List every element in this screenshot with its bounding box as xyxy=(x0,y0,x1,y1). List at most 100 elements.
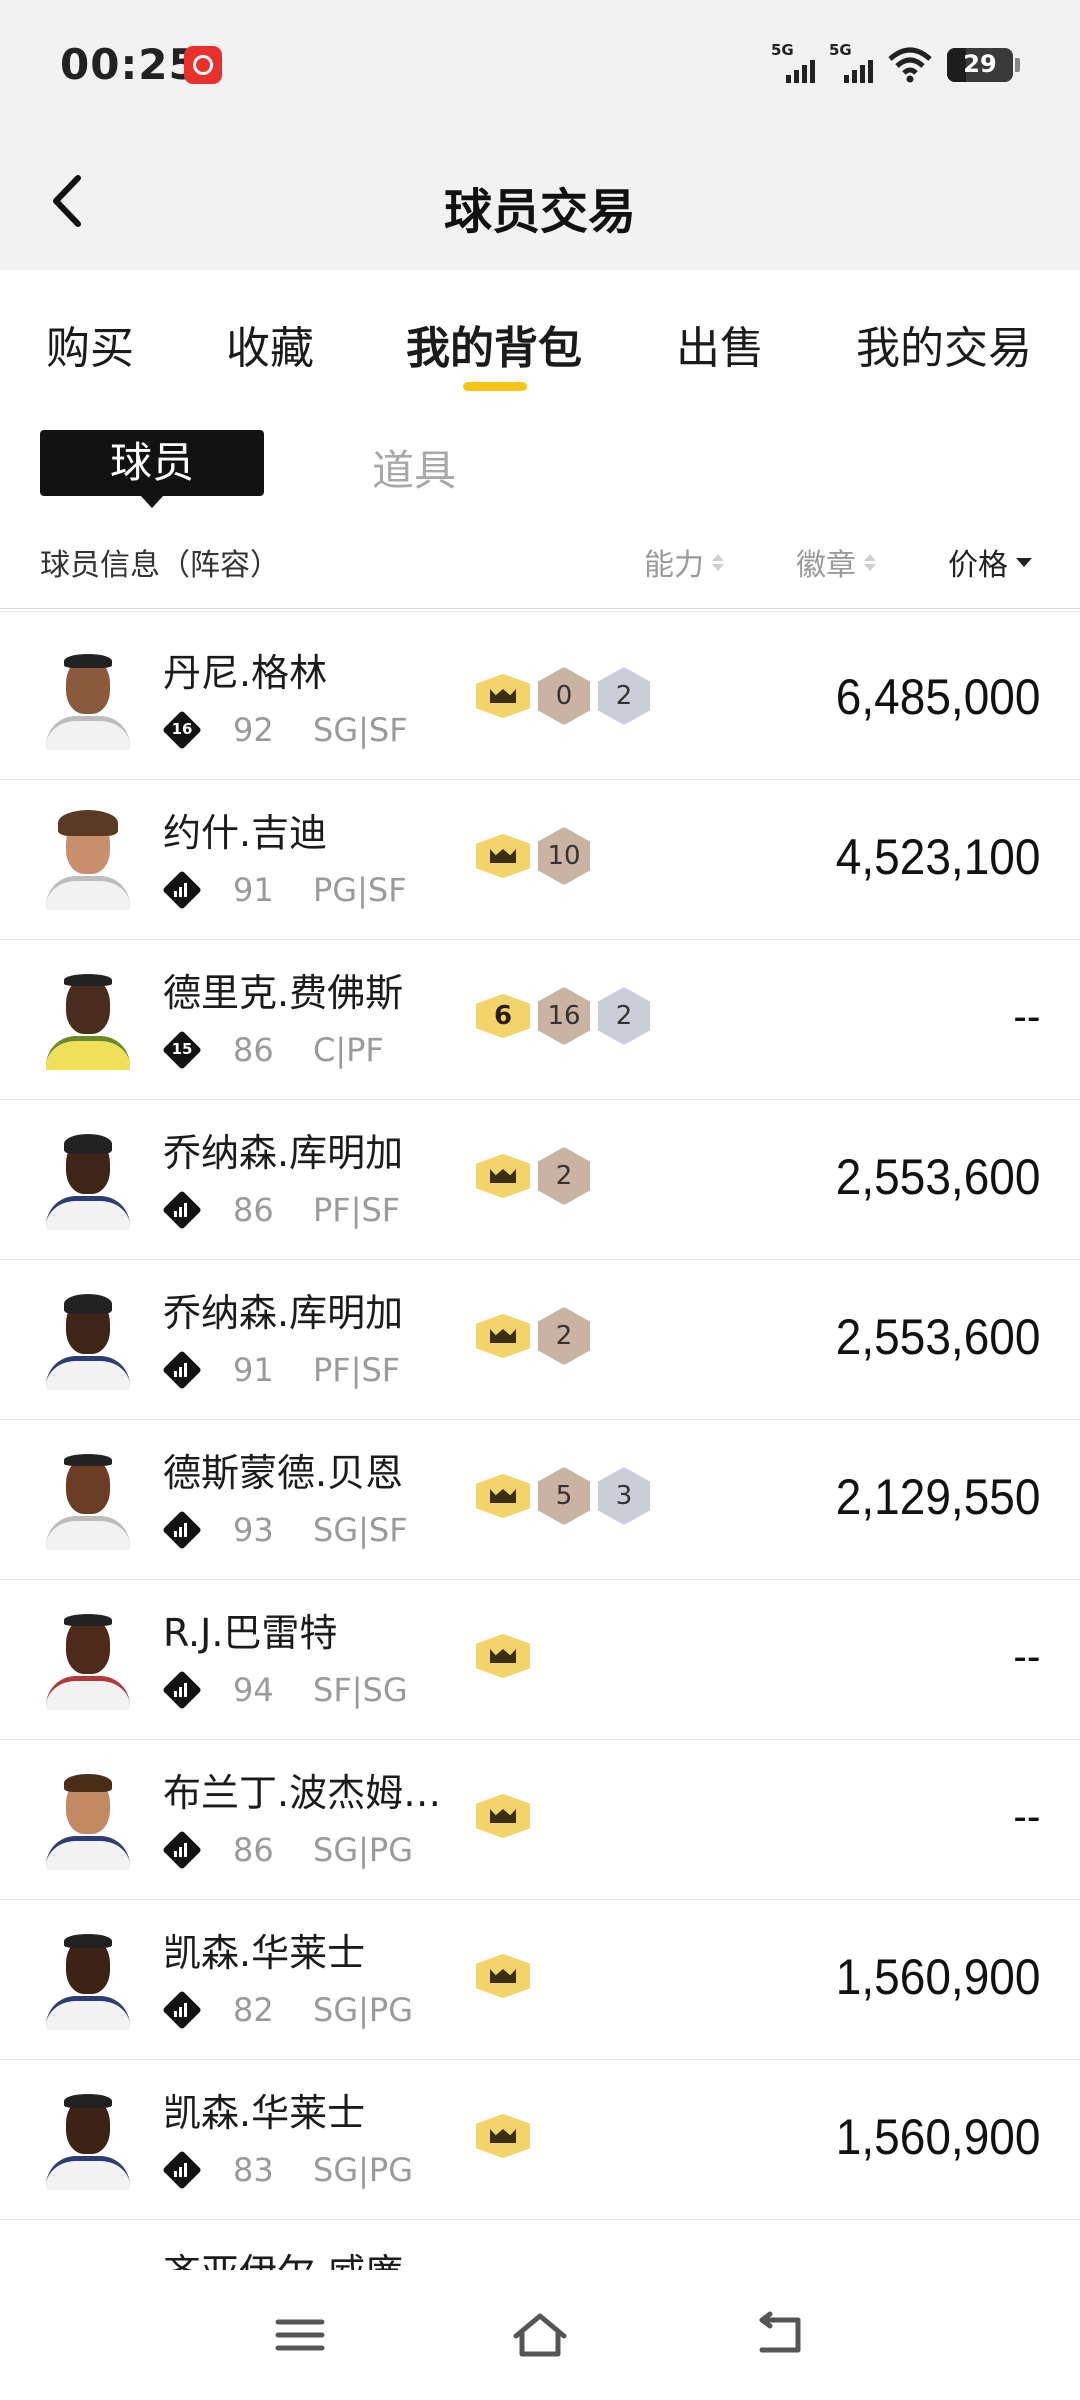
app-header: 球员交易 xyxy=(0,130,1080,270)
player-price: 1,560,900 xyxy=(835,1949,1040,2005)
player-position: SG|PG xyxy=(313,1831,413,1869)
player-avatar xyxy=(40,646,136,750)
player-row[interactable]: R.J.巴雷特 94 SF|SG -- xyxy=(0,1580,1080,1740)
player-rating: 92 xyxy=(233,711,274,749)
player-price: 6,485,000 xyxy=(835,669,1040,725)
player-meta: 93 SG|SF xyxy=(162,1510,408,1550)
player-price: -- xyxy=(1013,1632,1040,1681)
player-rating: 86 xyxy=(233,1031,274,1069)
sort-ability-button[interactable]: 能力 xyxy=(644,540,724,584)
tab-my-backpack[interactable]: 我的背包 xyxy=(406,312,582,376)
player-row[interactable]: 德里克.费佛斯 15 86 C|PF 6 16 2 -- xyxy=(0,940,1080,1100)
player-row[interactable]: 凯森.华莱士 83 SG|PG 1,560,900 xyxy=(0,2060,1080,2220)
player-price: -- xyxy=(1013,1792,1040,1841)
sort-arrows-icon xyxy=(864,553,876,571)
back-arrow-icon[interactable] xyxy=(750,2310,810,2360)
player-rating: 94 xyxy=(233,1671,274,1709)
player-position: SG|SF xyxy=(313,711,408,749)
player-row[interactable]: 乔纳森.库明加 86 PF|SF 2 2,553,600 xyxy=(0,1100,1080,1260)
crown-badge-icon xyxy=(476,1634,530,1678)
player-row[interactable]: 凯森.华莱士 82 SG|PG 1,560,900 xyxy=(0,1900,1080,2060)
player-name: R.J.巴雷特 xyxy=(163,1611,338,1655)
sort-price-button[interactable]: 价格 xyxy=(948,540,1032,584)
player-position: PF|SF xyxy=(313,1351,401,1389)
player-row[interactable]: 丹尼.格林 16 92 SG|SF 0 2 6,485,000 xyxy=(0,620,1080,780)
tab-my-trades[interactable]: 我的交易 xyxy=(856,312,1032,376)
crown-badge-icon xyxy=(476,1154,530,1198)
crown-badge-icon xyxy=(476,1474,530,1518)
player-name: 约什.吉迪 xyxy=(163,811,328,855)
sort-badge-button[interactable]: 徽章 xyxy=(796,540,876,584)
player-avatar xyxy=(40,1126,136,1230)
crown-badge-icon xyxy=(476,674,530,718)
player-position: SG|PG xyxy=(313,1991,413,2029)
player-avatar xyxy=(40,2086,136,2190)
bronze-badge: 5 xyxy=(538,1467,590,1525)
player-price: -- xyxy=(1013,992,1040,1041)
crown-badge-icon xyxy=(476,2114,530,2158)
rank-bars-icon xyxy=(162,2150,202,2190)
tab-favorites[interactable]: 收藏 xyxy=(226,312,314,376)
player-rating: 83 xyxy=(233,2151,274,2189)
segment-items[interactable]: 道具 xyxy=(372,437,456,498)
rank-bars-icon xyxy=(162,870,202,910)
rank-bars-icon xyxy=(162,1350,202,1390)
network-type-1: 5G xyxy=(771,41,794,59)
network-type-2: 5G xyxy=(829,41,852,59)
player-row[interactable]: 约什.吉迪 91 PG|SF 10 4,523,100 xyxy=(0,780,1080,940)
player-position: SG|SF xyxy=(313,1511,408,1549)
rank-diamond-icon: 16 xyxy=(162,710,202,750)
menu-icon[interactable] xyxy=(270,2310,330,2360)
player-meta: 91 PG|SF xyxy=(162,870,407,910)
rank-diamond-icon: 15 xyxy=(162,1030,202,1070)
player-price: 1,560,900 xyxy=(835,2109,1040,2165)
page-title: 球员交易 xyxy=(443,184,636,240)
sort-badge-label: 徽章 xyxy=(796,548,856,583)
system-nav-bar xyxy=(0,2270,1080,2400)
player-meta: 83 SG|PG xyxy=(162,2150,413,2190)
wifi-icon xyxy=(888,47,932,83)
player-avatar xyxy=(40,1926,136,2030)
home-icon[interactable] xyxy=(510,2310,570,2360)
player-rating: 82 xyxy=(233,1991,274,2029)
player-row[interactable]: 乔纳森.库明加 91 PF|SF 2 2,553,600 xyxy=(0,1260,1080,1420)
rank-bars-icon xyxy=(162,1990,202,2030)
badge-group: 10 xyxy=(476,827,590,885)
bronze-badge: 2 xyxy=(538,1147,590,1205)
column-header: 球员信息（阵容） 能力 徽章 价格 xyxy=(0,530,1080,610)
player-name: 乔纳森.库明加 xyxy=(163,1131,404,1175)
player-position: PG|SF xyxy=(313,871,407,909)
player-price: 2,553,600 xyxy=(835,1309,1040,1365)
badge-group: 0 2 xyxy=(476,667,650,725)
player-name: 布兰丁.波杰姆… xyxy=(163,1771,442,1815)
crown-badge-icon xyxy=(476,834,530,878)
badge-group xyxy=(476,1788,530,1844)
battery-icon: 29 xyxy=(947,48,1013,82)
signal-5g-icon: 5G xyxy=(771,41,815,85)
segment-players[interactable]: 球员 xyxy=(40,430,264,508)
player-price: 2,553,600 xyxy=(835,1149,1040,1205)
status-bar: 00:25 5G 5G 29 xyxy=(0,0,1080,130)
tab-buy[interactable]: 购买 xyxy=(46,312,134,376)
badge-group xyxy=(476,1628,530,1684)
player-rating: 86 xyxy=(233,1831,274,1869)
badge-group xyxy=(476,2108,530,2164)
rank-number: 15 xyxy=(171,1040,193,1058)
player-row[interactable]: 德斯蒙德.贝恩 93 SG|SF 5 3 2,129,550 xyxy=(0,1420,1080,1580)
tab-sell[interactable]: 出售 xyxy=(676,312,764,376)
player-avatar xyxy=(40,806,136,910)
player-avatar xyxy=(40,1606,136,1710)
rank-bars-icon xyxy=(162,1190,202,1230)
badge-group: 2 xyxy=(476,1307,590,1365)
rank-bars-icon xyxy=(162,1830,202,1870)
silver-badge: 2 xyxy=(598,987,650,1045)
badge-group: 6 16 2 xyxy=(476,987,650,1045)
signal-5g-icon-2: 5G xyxy=(829,41,873,85)
player-avatar xyxy=(40,1446,136,1550)
player-name: 丹尼.格林 xyxy=(163,651,328,695)
crown-badge-icon xyxy=(476,1954,530,1998)
player-position: C|PF xyxy=(313,1031,384,1069)
player-position: SF|SG xyxy=(313,1671,408,1709)
player-meta: 94 SF|SG xyxy=(162,1670,408,1710)
player-row[interactable]: 布兰丁.波杰姆… 86 SG|PG -- xyxy=(0,1740,1080,1900)
